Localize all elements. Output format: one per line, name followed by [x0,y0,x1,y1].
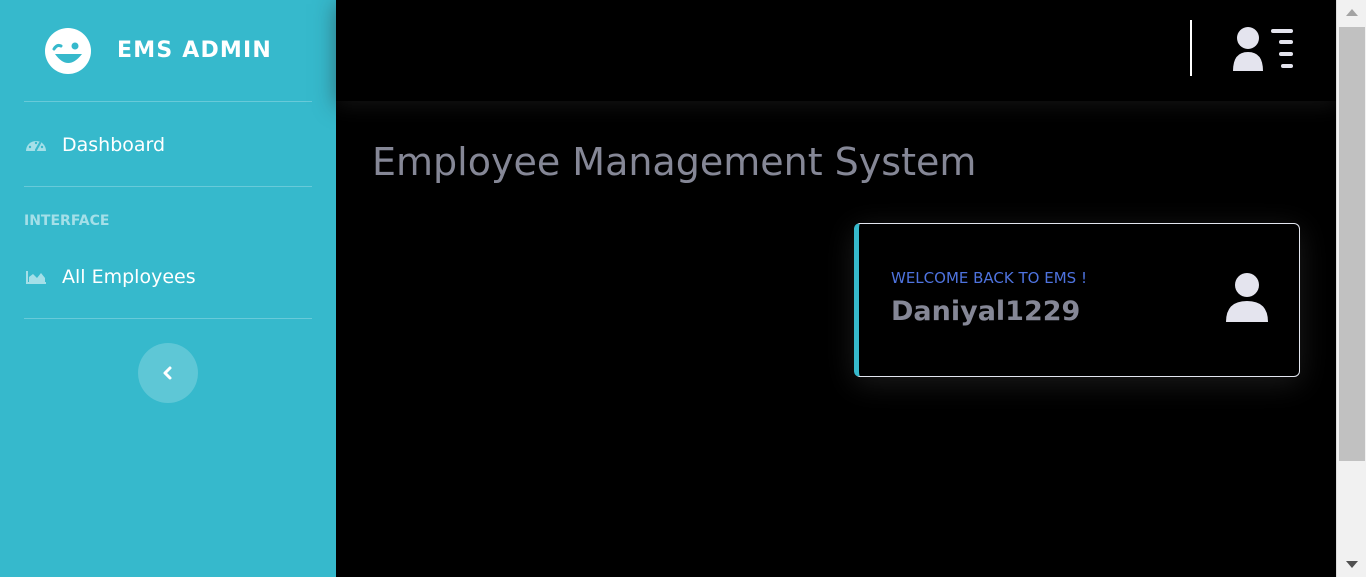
sidebar-item-label: Dashboard [62,134,166,156]
sidebar-brand[interactable]: EMS ADMIN [0,0,336,101]
sidebar-toggle-button[interactable] [138,343,198,403]
welcome-card: WELCOME BACK TO EMS ! Daniyal1229 [854,223,1300,377]
chevron-left-icon [163,366,172,380]
user-menu-button[interactable] [1231,26,1297,74]
sidebar-section-heading: INTERFACE [24,213,110,229]
username: Daniyal1229 [891,296,1081,327]
sidebar-item-label: All Employees [62,266,196,288]
user-icon [1226,273,1268,322]
sidebar-divider [24,318,312,319]
user-list-icon [1233,27,1293,71]
page-title: Employee Management System [372,140,977,184]
welcome-label: WELCOME BACK TO EMS ! [891,269,1087,287]
topbar [336,0,1336,101]
sidebar-item-dashboard[interactable]: Dashboard [24,130,165,160]
sidebar: EMS ADMIN Dashboard INTERFACE All Employ… [0,0,336,577]
triangle-down-icon [1346,561,1358,568]
laugh-wink-icon [45,27,91,74]
triangle-up-icon [1346,9,1358,16]
scrollbar-thumb[interactable] [1339,27,1365,461]
scroll-up-button[interactable] [1337,0,1366,24]
sidebar-item-all-employees[interactable]: All Employees [24,262,196,292]
sidebar-divider [24,101,312,102]
tachometer-icon [24,135,48,155]
area-chart-icon [24,267,48,287]
topbar-divider [1190,20,1192,76]
vertical-scrollbar[interactable] [1336,0,1366,577]
scroll-down-button[interactable] [1337,553,1366,577]
brand-name: EMS ADMIN [117,38,273,63]
sidebar-divider [24,186,312,187]
